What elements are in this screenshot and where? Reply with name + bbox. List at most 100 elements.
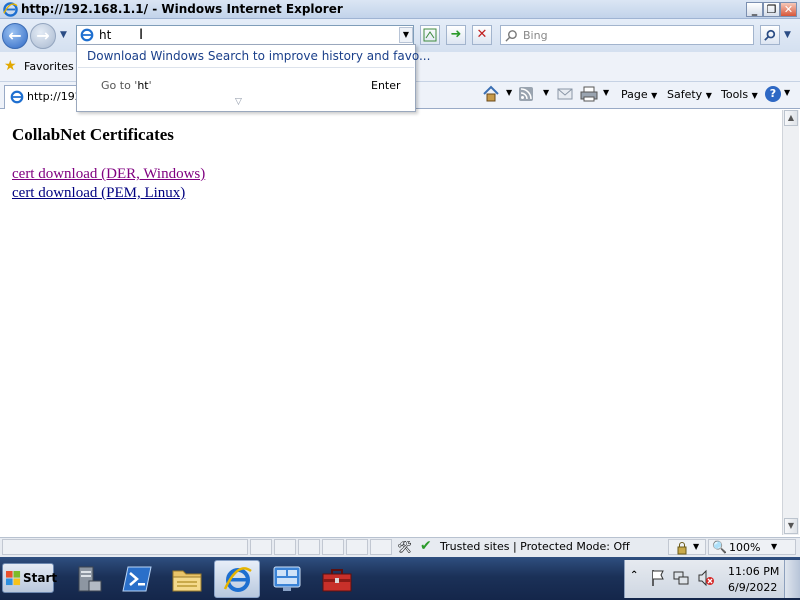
clock-date[interactable]: 6/9/2022 xyxy=(728,581,777,594)
close-window-button[interactable]: ✕ xyxy=(780,2,797,17)
search-box[interactable]: Bing xyxy=(500,25,754,45)
cert-download-der-link[interactable]: cert download (DER, Windows) xyxy=(12,166,205,183)
address-autocomplete-dropdown[interactable]: Download Windows Search to improve histo… xyxy=(76,44,430,112)
mail-icon[interactable] xyxy=(557,87,573,101)
page-heading: CollabNet Certificates xyxy=(12,125,174,144)
tab-page-icon xyxy=(10,90,24,104)
tools-menu[interactable]: Tools ▼ xyxy=(721,88,758,101)
compatibility-icon xyxy=(423,28,437,42)
maximize-button[interactable]: ❐ xyxy=(763,2,780,17)
start-button[interactable]: Start xyxy=(2,563,58,593)
text-cursor-icon: I xyxy=(139,27,144,43)
home-dropdown-icon[interactable]: ▼ xyxy=(506,88,512,97)
zoom-level: 100% xyxy=(729,541,761,554)
address-input[interactable]: ht xyxy=(99,28,111,42)
tab-title: http://192 xyxy=(27,90,82,103)
search-icon xyxy=(505,30,517,42)
address-dropdown-arrow[interactable]: ▼ xyxy=(399,27,413,43)
page-menu-label: Page xyxy=(621,88,648,101)
clock-time[interactable]: 11:06 PM xyxy=(728,565,779,578)
chevron-down-icon: ▼ xyxy=(751,91,758,100)
protected-mode-cell[interactable]: ▼ xyxy=(668,539,706,555)
status-text-cell xyxy=(2,539,248,555)
show-desktop-button[interactable] xyxy=(784,560,800,598)
lock-icon xyxy=(677,542,687,555)
internet-explorer-taskbar-button[interactable] xyxy=(214,560,260,598)
remote-desktop-taskbar-button[interactable] xyxy=(264,560,310,598)
windows-search-promo-link[interactable]: Download Windows Search to improve histo… xyxy=(87,49,430,63)
enter-hint: Enter xyxy=(371,79,401,92)
toolbox-taskbar-button[interactable] xyxy=(314,560,360,598)
remote-desktop-icon xyxy=(273,566,301,591)
cert-download-pem-link[interactable]: cert download (PEM, Linux) xyxy=(12,185,185,202)
show-hidden-icons-button[interactable]: ⌃ xyxy=(630,570,638,581)
tools-menu-label: Tools xyxy=(721,88,749,101)
magnifier-icon xyxy=(764,29,776,41)
status-cell xyxy=(298,539,320,555)
page-icon xyxy=(80,28,94,42)
powershell-icon xyxy=(122,566,152,592)
windows-logo-icon xyxy=(6,571,21,586)
forward-button[interactable]: → xyxy=(30,23,56,49)
toolbox-icon xyxy=(322,569,352,592)
minimize-button[interactable]: _ xyxy=(746,2,763,17)
internet-explorer-icon xyxy=(223,567,252,592)
status-cell xyxy=(250,539,272,555)
window-title: http://192.168.1.1/ - Windows Internet E… xyxy=(21,2,343,16)
chevron-down-icon: ▼ xyxy=(705,91,712,100)
back-button[interactable]: ← xyxy=(2,23,28,49)
go-button[interactable]: ➜ xyxy=(446,25,466,45)
print-icon[interactable] xyxy=(580,86,598,102)
status-cell xyxy=(370,539,392,555)
search-placeholder: Bing xyxy=(523,29,548,42)
server-manager-taskbar-button[interactable] xyxy=(64,560,110,598)
expand-dropdown-icon[interactable]: ▽ xyxy=(235,97,242,107)
network-icon[interactable] xyxy=(672,569,690,587)
page-menu[interactable]: Page ▼ xyxy=(621,88,657,101)
safety-menu-label: Safety xyxy=(667,88,703,101)
server-manager-icon xyxy=(78,566,102,592)
print-dropdown-icon[interactable]: ▼ xyxy=(603,88,609,97)
goto-prefix: Go to ' xyxy=(101,79,138,92)
favorites-star-icon: ★ xyxy=(4,58,17,74)
feeds-dropdown-icon[interactable]: ▼ xyxy=(543,88,549,97)
home-icon[interactable] xyxy=(482,85,500,103)
stop-button[interactable]: ✕ xyxy=(472,25,492,45)
address-bar[interactable]: ht I ▼ xyxy=(76,25,414,45)
start-label: Start xyxy=(23,571,58,585)
chevron-down-icon: ▼ xyxy=(651,91,658,100)
scroll-up-button[interactable]: ▲ xyxy=(784,110,798,126)
checkmark-icon: ✔ xyxy=(420,538,432,554)
goto-value: ht xyxy=(137,79,149,92)
favorites-button[interactable]: Favorites xyxy=(24,60,74,73)
status-cell xyxy=(346,539,368,555)
chevron-down-icon: ▼ xyxy=(693,542,700,551)
explorer-taskbar-button[interactable] xyxy=(164,560,210,598)
search-button[interactable] xyxy=(760,25,780,45)
tools-icon[interactable]: 🛠 xyxy=(397,540,412,554)
security-zone-text[interactable]: Trusted sites | Protected Mode: Off xyxy=(440,540,630,553)
compatibility-view-button[interactable] xyxy=(420,25,440,45)
goto-suggestion[interactable]: Go to 'ht' xyxy=(101,79,152,92)
scroll-down-button[interactable]: ▼ xyxy=(784,518,798,534)
browser-tab[interactable]: http://192 xyxy=(4,85,82,109)
zoom-icon: 🔍 xyxy=(712,540,727,554)
zoom-control[interactable]: 🔍 100% ▼ xyxy=(708,539,796,555)
vertical-scrollbar[interactable]: ▲ ▼ xyxy=(782,110,799,535)
explorer-folder-icon xyxy=(172,570,202,592)
powershell-taskbar-button[interactable] xyxy=(114,560,160,598)
status-cell xyxy=(322,539,344,555)
feeds-icon[interactable] xyxy=(518,86,534,102)
action-center-flag-icon[interactable] xyxy=(650,569,666,587)
volume-muted-icon[interactable] xyxy=(697,569,715,587)
goto-suffix: ' xyxy=(148,79,152,92)
search-options-dropdown[interactable]: ▼ xyxy=(784,30,791,40)
dropdown-divider xyxy=(78,67,414,68)
help-dropdown-icon[interactable]: ▼ xyxy=(784,88,790,97)
recent-pages-dropdown[interactable]: ▼ xyxy=(60,30,67,40)
internet-explorer-icon xyxy=(3,2,18,17)
help-icon[interactable]: ? xyxy=(765,86,781,102)
safety-menu[interactable]: Safety ▼ xyxy=(667,88,712,101)
title-bar[interactable]: http://192.168.1.1/ - Windows Internet E… xyxy=(0,0,800,19)
chevron-down-icon: ▼ xyxy=(771,542,778,551)
